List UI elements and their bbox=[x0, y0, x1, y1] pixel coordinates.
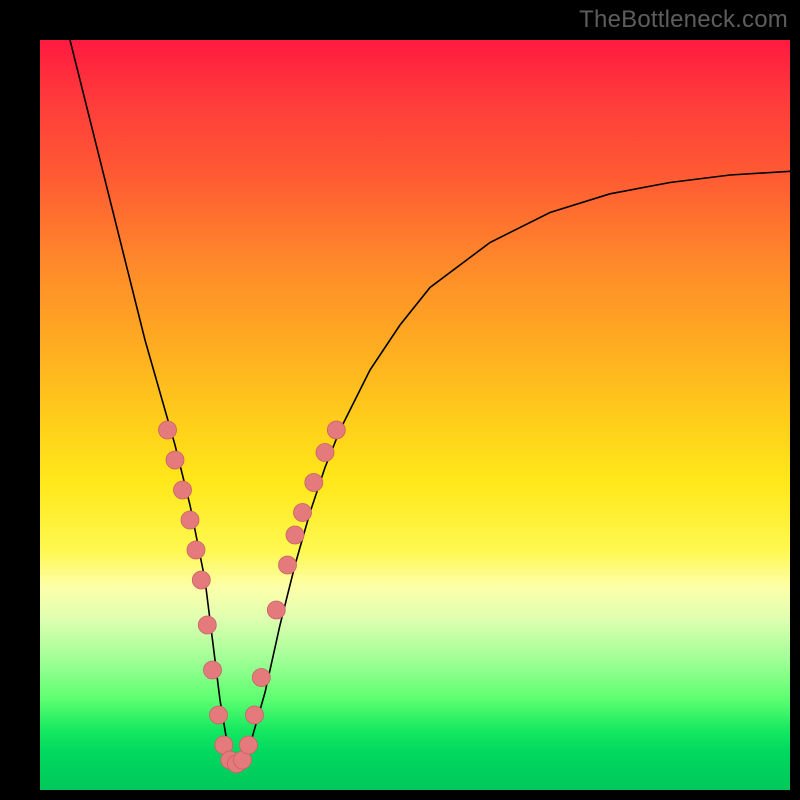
data-point bbox=[305, 474, 323, 492]
data-point bbox=[294, 504, 312, 522]
dots-layer bbox=[159, 421, 346, 773]
data-point bbox=[204, 661, 222, 679]
data-point bbox=[210, 706, 228, 724]
data-point bbox=[181, 511, 199, 529]
bottleneck-curve bbox=[70, 40, 790, 768]
data-point bbox=[240, 736, 258, 754]
data-point bbox=[159, 421, 177, 439]
chart-frame: TheBottleneck.com bbox=[0, 0, 800, 800]
data-point bbox=[267, 601, 285, 619]
data-point bbox=[279, 556, 297, 574]
data-point bbox=[166, 451, 184, 469]
data-point bbox=[246, 706, 264, 724]
curve-layer bbox=[70, 40, 790, 768]
data-point bbox=[327, 421, 345, 439]
data-point bbox=[198, 616, 216, 634]
data-point bbox=[316, 444, 334, 462]
data-point bbox=[187, 541, 205, 559]
plot-area bbox=[40, 40, 790, 790]
data-point bbox=[252, 669, 270, 687]
data-point bbox=[174, 481, 192, 499]
chart-svg bbox=[40, 40, 790, 790]
data-point bbox=[286, 526, 304, 544]
data-point bbox=[192, 571, 210, 589]
watermark-text: TheBottleneck.com bbox=[579, 6, 788, 34]
